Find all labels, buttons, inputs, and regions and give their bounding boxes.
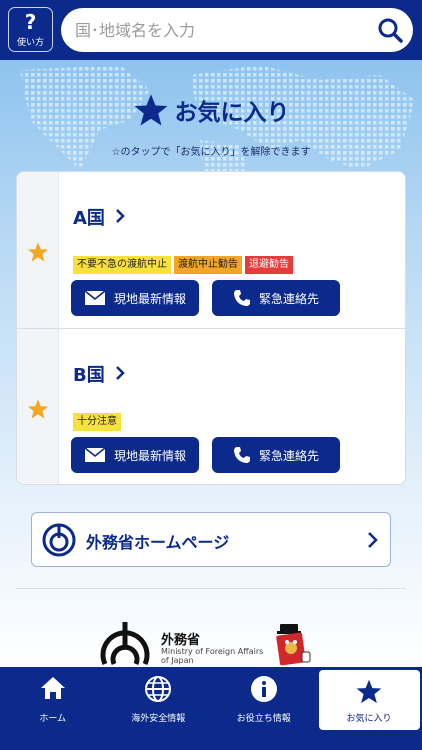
- tab-useful-info[interactable]: お役立ち情報: [211, 667, 317, 730]
- search-icon[interactable]: [377, 17, 403, 43]
- info-icon: [250, 676, 277, 702]
- tab-favorites[interactable]: お気に入り: [318, 670, 420, 730]
- favorite-toggle-area[interactable]: [17, 329, 59, 484]
- risk-badges: 十分注意: [73, 413, 121, 431]
- risk-badge: 退避勧告: [245, 256, 293, 274]
- list-item: B国 十分注意 現地最新情報 緊急連絡先: [17, 329, 405, 484]
- risk-badge: 十分注意: [73, 413, 121, 431]
- star-icon: [134, 94, 167, 126]
- list-item: A国 不要不急の渡航中止 渡航中止勧告 退避勧告 現地最新情報 緊急連絡先: [17, 172, 405, 329]
- mofa-homepage-link[interactable]: 外務省ホームページ: [31, 512, 391, 567]
- emergency-contact-button[interactable]: 緊急連絡先: [212, 280, 340, 316]
- page-title: お気に入り: [174, 100, 290, 126]
- mail-icon: [84, 447, 106, 462]
- org-name-english: Ministry of Foreign Affairs of Japan: [161, 647, 263, 665]
- tab-label: ホーム: [39, 714, 67, 724]
- search-bar: [61, 8, 413, 52]
- local-info-label: 現地最新情報: [113, 291, 186, 306]
- mofa-homepage-label: 外務省ホームページ: [86, 533, 230, 552]
- local-info-label: 現地最新情報: [113, 448, 186, 463]
- star-icon[interactable]: [27, 398, 49, 420]
- chevron-right-icon: [368, 532, 378, 548]
- help-button[interactable]: ? 使い方: [8, 7, 53, 52]
- tab-overseas-safety[interactable]: 海外安全情報: [106, 667, 212, 730]
- tab-label: お気に入り: [346, 714, 392, 724]
- org-name-english-line2: of Japan: [161, 656, 194, 665]
- divider: [16, 588, 406, 589]
- emergency-contact-button[interactable]: 緊急連絡先: [212, 437, 340, 473]
- favorites-list: A国 不要不急の渡航中止 渡航中止勧告 退避勧告 現地最新情報 緊急連絡先 B国…: [16, 171, 406, 485]
- phone-icon: [233, 447, 250, 463]
- emergency-contact-label: 緊急連絡先: [258, 291, 319, 306]
- help-icon: ?: [24, 9, 37, 34]
- mail-icon: [84, 290, 106, 305]
- bottom-tab-bar: ホーム 海外安全情報 お役立ち情報 お気に入り: [0, 667, 422, 730]
- home-icon: [40, 677, 65, 699]
- emergency-contact-label: 緊急連絡先: [258, 448, 319, 463]
- home-indicator-area: [0, 730, 422, 750]
- local-info-button[interactable]: 現地最新情報: [71, 437, 199, 473]
- mofa-emblem-icon: [100, 622, 150, 666]
- country-name-link[interactable]: B国: [73, 361, 105, 387]
- tab-label: 海外安全情報: [131, 714, 186, 724]
- app-header: ? 使い方: [0, 0, 422, 60]
- mofa-logo-icon: [42, 523, 76, 557]
- star-icon[interactable]: [27, 241, 49, 263]
- country-name-link[interactable]: A国: [73, 204, 105, 230]
- chevron-right-icon: [116, 366, 125, 380]
- risk-badge: 不要不急の渡航中止: [73, 256, 171, 274]
- risk-badges: 不要不急の渡航中止 渡航中止勧告 退避勧告: [73, 256, 293, 274]
- tab-label: お役立ち情報: [236, 714, 291, 724]
- favorites-heading: お気に入り: [0, 92, 422, 128]
- mascot-passport-icon: [276, 624, 311, 666]
- phone-icon: [233, 290, 250, 306]
- help-label: 使い方: [16, 37, 44, 48]
- favorite-toggle-area[interactable]: [17, 172, 59, 328]
- org-name-english-line1: Ministry of Foreign Affairs: [161, 647, 264, 656]
- favorites-hint: ☆のタップで「お気に入り」を解除できます: [111, 147, 311, 158]
- risk-badge: 渡航中止勧告: [174, 256, 242, 274]
- star-icon: [356, 679, 382, 704]
- org-name: 外務省: [161, 633, 201, 648]
- globe-icon: [145, 676, 172, 702]
- local-info-button[interactable]: 現地最新情報: [71, 280, 199, 316]
- search-input[interactable]: [75, 20, 365, 40]
- tab-home[interactable]: ホーム: [0, 667, 106, 730]
- chevron-right-icon: [116, 209, 125, 223]
